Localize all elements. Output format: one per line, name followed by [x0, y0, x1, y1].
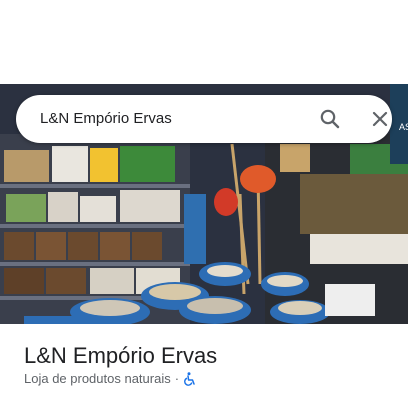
search-input[interactable]: L&N Empório Ervas [40, 110, 172, 127]
place-category: Loja de produtos naturais [24, 371, 171, 386]
place-name[interactable]: L&N Empório Ervas [24, 343, 217, 369]
top-blank-area [0, 0, 408, 84]
wheelchair-accessible-icon [183, 371, 197, 386]
meta-separator: · [174, 371, 180, 386]
close-icon[interactable] [368, 107, 392, 131]
place-info-panel[interactable]: L&N Empório Ervas Loja de produtos natur… [0, 324, 408, 408]
search-bar[interactable]: L&N Empório Ervas [16, 95, 392, 143]
place-meta-row: Loja de produtos naturais · [24, 371, 197, 386]
storefront-sign-text: AS [399, 122, 408, 132]
search-icon[interactable] [318, 107, 342, 131]
